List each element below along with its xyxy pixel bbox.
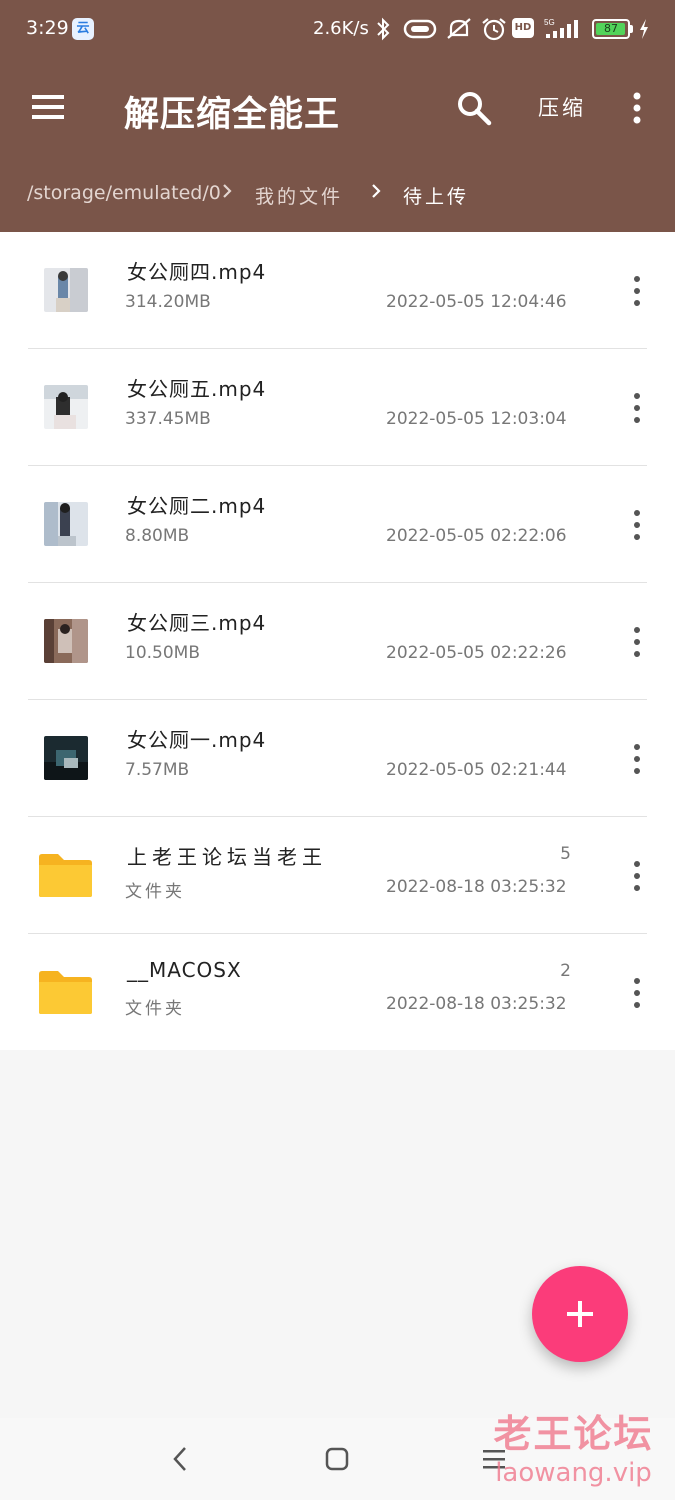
chevron-right-icon [223,184,232,198]
file-date: 2022-05-05 12:03:04 [386,409,567,429]
breadcrumb-root[interactable]: /storage/emulated/0 [27,182,221,204]
file-row[interactable]: 女公厕二.mp4 8.80MB 2022-05-05 02:22:06 [0,466,675,583]
vibrate-icon [403,19,437,39]
file-size: 10.50MB [125,643,200,663]
breadcrumb-my-files[interactable]: 我的文件 [255,182,343,209]
app-header: 3:29 云 2.6K/s HD 5G 87 解压缩全能王 压缩 /storag… [0,0,675,232]
folder-row[interactable]: 上老王论坛当老王 文件夹 5 2022-08-18 03:25:32 [0,817,675,934]
folder-type: 文件夹 [125,882,185,902]
file-row[interactable]: 女公厕三.mp4 10.50MB 2022-05-05 02:22:26 [0,583,675,700]
alarm-icon [482,18,506,41]
file-name: 女公厕一.mp4 [127,728,267,752]
file-date: 2022-05-05 02:22:06 [386,526,567,546]
watermark-title: 老王论坛 [493,1412,654,1456]
folder-name: 上老王论坛当老王 [127,845,327,869]
chevron-right-icon [372,184,381,198]
breadcrumb-current[interactable]: 待上传 [403,182,469,209]
video-thumbnail [44,385,88,429]
battery-icon: 87 [592,19,630,39]
signal-5g-label: 5G [544,18,555,27]
folder-item-count: 2 [560,961,571,981]
more-vert-icon[interactable] [624,90,650,126]
file-name: 女公厕二.mp4 [127,494,267,518]
more-vert-icon[interactable] [626,273,648,309]
bluetooth-icon [377,17,390,41]
more-vert-icon[interactable] [626,741,648,777]
more-vert-icon[interactable] [626,507,648,543]
file-date: 2022-05-05 12:04:46 [386,292,567,312]
file-size: 8.80MB [125,526,190,546]
file-date: 2022-08-18 03:25:32 [386,877,567,897]
back-icon[interactable] [168,1442,192,1476]
file-row[interactable]: 女公厕一.mp4 7.57MB 2022-05-05 02:21:44 [0,700,675,817]
signal-5g-icon: 5G [544,18,578,38]
folder-icon [39,854,92,897]
folder-icon [39,971,92,1014]
file-date: 2022-05-05 02:22:26 [386,643,567,663]
file-size: 314.20MB [125,292,211,312]
file-date: 2022-08-18 03:25:32 [386,994,567,1014]
more-vert-icon[interactable] [626,624,648,660]
watermark-url: laowang.vip [495,1458,652,1488]
battery-percent: 87 [604,22,618,35]
video-thumbnail [44,619,88,663]
file-row[interactable]: 女公厕五.mp4 337.45MB 2022-05-05 12:03:04 [0,349,675,466]
file-name: 女公厕三.mp4 [127,611,267,635]
net-speed: 2.6K/s [313,18,369,39]
file-list: 女公厕四.mp4 314.20MB 2022-05-05 12:04:46 女公… [0,232,675,1050]
add-button[interactable] [532,1266,628,1362]
file-row[interactable]: 女公厕四.mp4 314.20MB 2022-05-05 12:04:46 [0,232,675,349]
status-time: 3:29 [26,17,69,39]
watermark: 老王论坛 laowang.vip [486,1410,661,1488]
cloud-app-icon: 云 [72,18,94,40]
file-size: 7.57MB [125,760,190,780]
plus-icon [567,1301,593,1327]
folder-type: 文件夹 [125,999,185,1019]
toolbar: 解压缩全能王 压缩 [0,62,675,154]
folder-row[interactable]: __MACOSX 文件夹 2 2022-08-18 03:25:32 [0,934,675,1051]
file-date: 2022-05-05 02:21:44 [386,760,567,780]
breadcrumb: /storage/emulated/0 我的文件 待上传 [0,165,675,225]
charging-icon [640,19,648,39]
video-thumbnail [44,502,88,546]
video-thumbnail [44,268,88,312]
hd-icon: HD [512,18,534,38]
status-bar: 3:29 云 2.6K/s HD 5G 87 [0,0,675,60]
mute-icon [447,18,471,39]
file-size: 337.45MB [125,409,211,429]
more-vert-icon[interactable] [626,390,648,426]
more-vert-icon[interactable] [626,975,648,1011]
more-vert-icon[interactable] [626,858,648,894]
folder-item-count: 5 [560,844,571,864]
file-name: 女公厕五.mp4 [127,377,267,401]
menu-icon[interactable] [30,92,66,122]
compress-button[interactable]: 压缩 [538,92,586,122]
battery-tip [630,25,633,33]
app-title: 解压缩全能王 [124,95,341,135]
video-thumbnail [44,736,88,780]
search-icon[interactable] [456,90,492,126]
home-icon[interactable] [324,1442,350,1476]
file-name: 女公厕四.mp4 [127,260,267,284]
folder-name: __MACOSX [127,958,242,982]
